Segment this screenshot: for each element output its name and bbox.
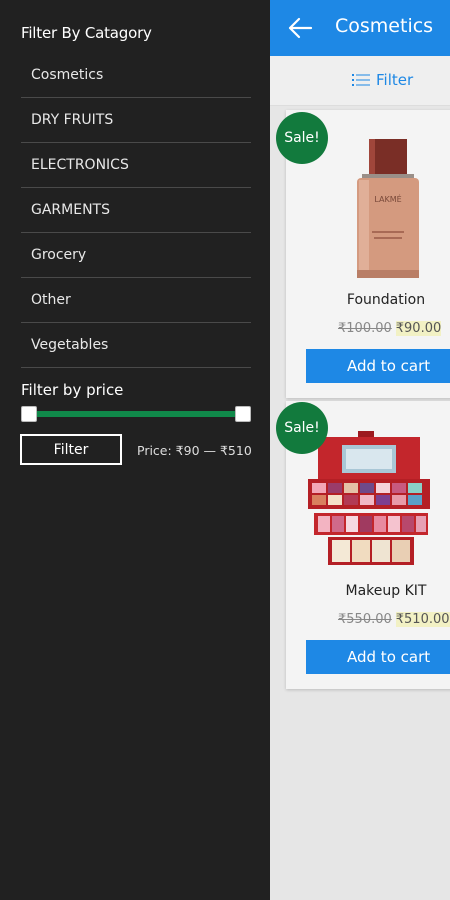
original-price: ₹550.00: [338, 612, 392, 627]
category-item-electronics[interactable]: ELECTRONICS: [21, 143, 251, 188]
sale-badge: Sale!: [276, 112, 328, 164]
drawer-title: Filter By Catagory: [21, 24, 152, 42]
apply-filter-button[interactable]: Filter: [20, 434, 122, 465]
sale-badge: Sale!: [276, 402, 328, 454]
category-item-cosmetics[interactable]: Cosmetics: [21, 53, 251, 98]
open-filter-button[interactable]: Filter: [352, 71, 413, 89]
add-to-cart-button[interactable]: Add to cart: [306, 640, 450, 674]
product-name: Makeup KIT: [345, 583, 427, 599]
arrow-left-icon[interactable]: [287, 16, 313, 40]
product-name: Foundation: [346, 292, 426, 308]
filter-link-label: Filter: [376, 71, 414, 89]
list-filter-icon: [352, 74, 370, 86]
category-list: Cosmetics DRY FRUITS ELECTRONICS GARMENT…: [21, 53, 251, 368]
sale-price: ₹510.00: [395, 612, 450, 627]
price-range-slider[interactable]: [21, 404, 251, 424]
app-bar: Cosmetics: [270, 0, 450, 56]
filter-drawer: Filter By Catagory Cosmetics DRY FRUITS …: [0, 0, 270, 900]
category-item-garments[interactable]: GARMENTS: [21, 188, 251, 233]
filter-bar: Filter: [270, 56, 450, 106]
category-item-dry-fruits[interactable]: DRY FRUITS: [21, 98, 251, 143]
price-range-label: Price: ₹90 — ₹510: [137, 443, 252, 458]
add-to-cart-button[interactable]: Add to cart: [306, 349, 450, 383]
slider-min-handle[interactable]: [21, 406, 37, 422]
product-price: ₹100.00 ₹90.00: [338, 321, 442, 336]
original-price: ₹100.00: [338, 321, 392, 336]
product-price: ₹550.00 ₹510.00: [338, 612, 450, 627]
category-item-vegetables[interactable]: Vegetables: [21, 323, 251, 368]
price-filter-title: Filter by price: [21, 381, 124, 399]
sale-price: ₹90.00: [395, 321, 442, 336]
product-list-screen: Cosmetics Filter LAKMÉ Foundation ₹100.0…: [270, 0, 450, 900]
svg-text:LAKMÉ: LAKMÉ: [374, 193, 401, 204]
category-item-grocery[interactable]: Grocery: [21, 233, 251, 278]
slider-track: [28, 411, 244, 417]
page-title: Cosmetics: [335, 15, 434, 37]
slider-max-handle[interactable]: [235, 406, 251, 422]
category-item-other[interactable]: Other: [21, 278, 251, 323]
